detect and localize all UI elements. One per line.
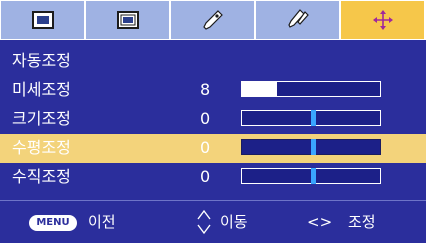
screen-inset-icon: [116, 11, 139, 29]
help-bar: MENU 이전 이동 <> 조정: [0, 200, 426, 243]
tab-bar: [0, 0, 426, 40]
menu-item-label: 미세조정: [12, 80, 71, 99]
menu-item-size-adjust[interactable]: 크기조정 0: [0, 105, 426, 134]
menu-item-auto-adjust[interactable]: 자동조정: [0, 47, 426, 76]
slider-marker: [311, 139, 316, 155]
menu-item-label: 크기조정: [12, 109, 71, 128]
position-move-icon: [372, 10, 393, 30]
adjust-hint: 조정: [348, 213, 376, 231]
size-adjust-slider[interactable]: [241, 110, 381, 126]
position-menu: 자동조정 미세조정 8 크기조정 0 수평조정 0 수직조정 0: [0, 40, 426, 200]
tab-screen[interactable]: [86, 1, 169, 39]
tab-position[interactable]: [341, 1, 424, 39]
tab-option[interactable]: [256, 1, 339, 39]
back-hint: 이전: [88, 213, 116, 231]
vertical-adjust-slider[interactable]: [241, 168, 381, 184]
slider-marker: [311, 168, 316, 184]
left-right-arrow-icon: <>: [307, 213, 333, 231]
menu-item-label: 수평조정: [12, 138, 71, 157]
menu-item-value: 8: [200, 80, 211, 99]
screen-picture-icon: [31, 11, 54, 29]
menu-item-vertical-adjust[interactable]: 수직조정 0: [0, 163, 426, 192]
menu-item-horizontal-adjust[interactable]: 수평조정 0: [0, 134, 426, 163]
menu-item-value: 0: [200, 109, 211, 128]
up-down-arrow-icon: [197, 209, 211, 235]
menu-item-fine-adjust[interactable]: 미세조정 8: [0, 76, 426, 105]
slider-fill: [242, 82, 277, 96]
tab-picture[interactable]: [1, 1, 84, 39]
menu-button-icon: MENU: [29, 215, 77, 231]
menu-item-value: 0: [200, 167, 211, 186]
menu-item-value: 0: [200, 138, 211, 157]
slider-marker: [311, 110, 316, 126]
move-hint: 이동: [220, 213, 248, 231]
tab-setup[interactable]: [171, 1, 254, 39]
option-tool-icon: [287, 9, 309, 28]
settings-tool-icon: [202, 10, 223, 30]
horizontal-adjust-slider[interactable]: [241, 139, 381, 155]
fine-adjust-slider[interactable]: [241, 81, 381, 97]
menu-item-label: 자동조정: [12, 51, 71, 70]
menu-item-label: 수직조정: [12, 167, 71, 186]
